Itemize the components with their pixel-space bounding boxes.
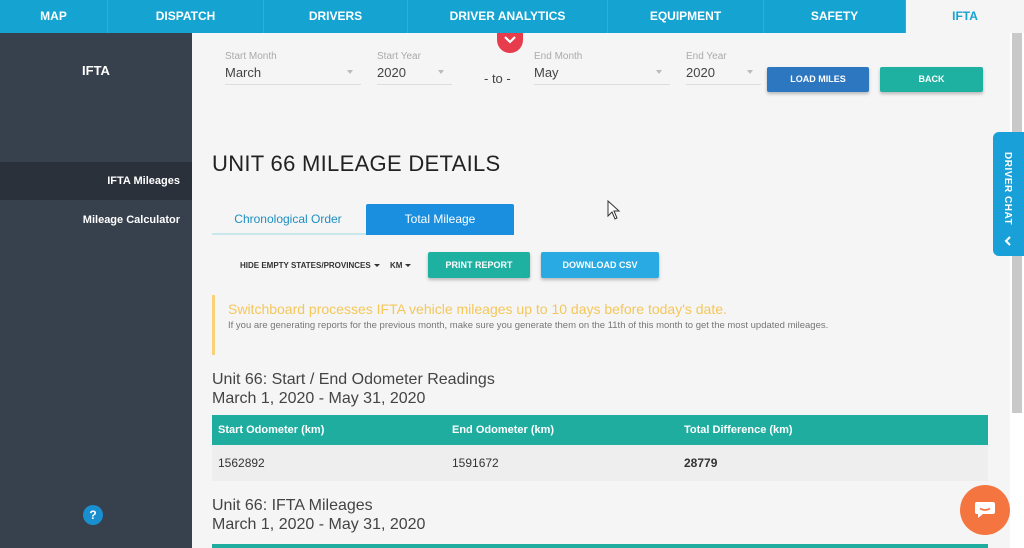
start-year-label: Start Year — [377, 51, 421, 62]
odometer-title: Unit 66: Start / End Odometer Readings — [212, 371, 495, 388]
driver-chat-tab[interactable]: DRIVER CHAT — [993, 132, 1024, 256]
nav-tab-driver-analytics[interactable]: DRIVER ANALYTICS — [408, 0, 608, 33]
odometer-table: Start Odometer (km) End Odometer (km) To… — [212, 415, 988, 481]
start-month-label: Start Month — [225, 51, 277, 62]
print-report-button[interactable]: PRINT REPORT — [428, 252, 530, 278]
download-csv-button[interactable]: DOWNLOAD CSV — [541, 252, 659, 278]
back-button[interactable]: BACK — [880, 67, 983, 92]
collapse-chevron-button[interactable] — [497, 33, 523, 53]
sidebar-item-mileage-calculator[interactable]: Mileage Calculator — [0, 201, 192, 239]
page-title: UNIT 66 MILEAGE DETAILS — [212, 151, 501, 176]
nav-tab-dispatch[interactable]: DISPATCH — [108, 0, 264, 33]
mileages-section-title: Unit 66: IFTA Mileages March 1, 2020 - M… — [212, 496, 425, 534]
nav-tab-drivers[interactable]: DRIVERS — [264, 0, 408, 33]
end-month-value[interactable]: May — [534, 65, 670, 85]
tab-total-mileage[interactable]: Total Mileage — [366, 204, 514, 235]
caret-down-icon — [747, 70, 753, 74]
tab-chronological-order[interactable]: Chronological Order — [212, 204, 364, 235]
chevron-down-icon — [504, 36, 516, 44]
end-year-value[interactable]: 2020 — [686, 65, 761, 85]
start-year-text: 2020 — [377, 65, 406, 80]
nav-tab-safety[interactable]: SAFETY — [764, 0, 906, 33]
sidebar: IFTA IFTA Mileages Mileage Calculator ? — [0, 33, 192, 548]
unit-label: KM — [390, 261, 403, 270]
table-cell: 1562892 — [218, 456, 265, 470]
caret-down-icon — [347, 70, 353, 74]
notice-heading: Switchboard processes IFTA vehicle milea… — [228, 301, 727, 317]
end-month-select[interactable]: End Month May — [534, 51, 670, 85]
start-month-value[interactable]: March — [225, 65, 361, 85]
column-header: Total Difference (km) — [684, 424, 793, 436]
odometer-date-range: March 1, 2020 - May 31, 2020 — [212, 390, 426, 407]
caret-down-icon — [656, 70, 662, 74]
table-header: Start Odometer (km) End Odometer (km) To… — [212, 415, 988, 445]
end-year-text: 2020 — [686, 65, 715, 80]
support-chat-button[interactable] — [960, 485, 1010, 535]
chevron-left-icon — [1004, 236, 1011, 246]
mouse-cursor-icon — [607, 200, 621, 220]
start-month-select[interactable]: Start Month March — [225, 51, 361, 85]
caret-down-icon — [373, 264, 380, 268]
end-month-text: May — [534, 65, 559, 80]
end-year-select[interactable]: End Year 2020 — [686, 51, 761, 85]
unit-dropdown[interactable]: KM — [390, 261, 412, 270]
range-separator: - to - — [484, 71, 511, 86]
hide-empty-label: HIDE EMPTY STATES/PROVINCES — [240, 261, 371, 270]
end-year-label: End Year — [686, 51, 727, 62]
nav-tab-equipment[interactable]: EQUIPMENT — [608, 0, 764, 33]
mileages-title: Unit 66: IFTA Mileages — [212, 497, 373, 514]
top-nav: MAP DISPATCH DRIVERS DRIVER ANALYTICS EQ… — [0, 0, 1024, 33]
table-cell: 28779 — [684, 456, 718, 470]
hide-empty-states-dropdown[interactable]: HIDE EMPTY STATES/PROVINCES — [240, 261, 380, 270]
mileages-table-header — [212, 544, 988, 548]
main-content: Start Month March Start Year 2020 - to -… — [192, 33, 1010, 548]
table-cell: 1591672 — [452, 456, 499, 470]
column-header: End Odometer (km) — [452, 424, 555, 436]
notice-text: If you are generating reports for the pr… — [228, 320, 829, 331]
help-icon[interactable]: ? — [83, 505, 103, 525]
end-month-label: End Month — [534, 51, 583, 62]
nav-tab-ifta[interactable]: IFTA — [906, 0, 1024, 33]
start-year-select[interactable]: Start Year 2020 — [377, 51, 452, 85]
odometer-section-title: Unit 66: Start / End Odometer Readings M… — [212, 370, 495, 408]
caret-down-icon — [405, 264, 412, 268]
mileages-date-range: March 1, 2020 - May 31, 2020 — [212, 516, 426, 533]
start-year-value[interactable]: 2020 — [377, 65, 452, 85]
nav-tab-map[interactable]: MAP — [0, 0, 108, 33]
view-tabs: Chronological Order Total Mileage — [212, 204, 514, 235]
driver-chat-label: DRIVER CHAT — [1002, 152, 1013, 226]
load-miles-button[interactable]: LOAD MILES — [767, 67, 869, 92]
table-row: 1562892 1591672 28779 — [212, 445, 988, 481]
start-month-text: March — [225, 65, 262, 80]
scrollbar[interactable] — [1010, 33, 1024, 548]
caret-down-icon — [438, 70, 444, 74]
sidebar-title: IFTA — [82, 63, 110, 78]
chat-icon — [975, 502, 995, 518]
notice-banner: Switchboard processes IFTA vehicle milea… — [212, 295, 912, 355]
sidebar-item-ifta-mileages[interactable]: IFTA Mileages — [0, 162, 192, 200]
column-header: Start Odometer (km) — [218, 424, 325, 436]
